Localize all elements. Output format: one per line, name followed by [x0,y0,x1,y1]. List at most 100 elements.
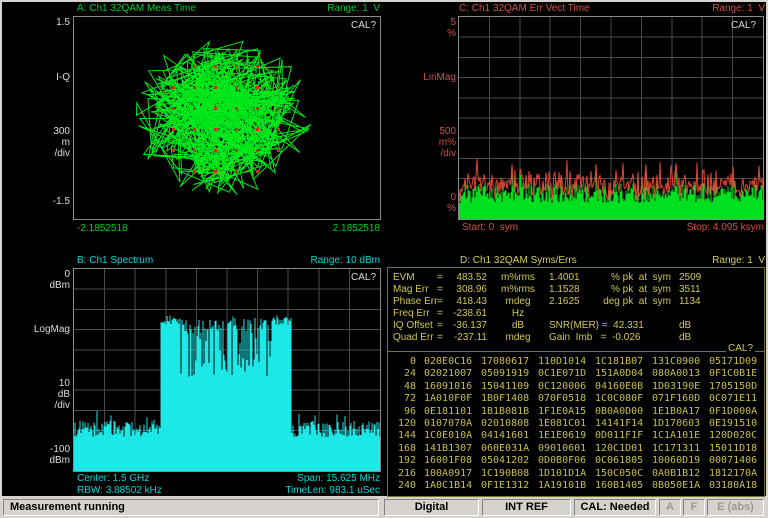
constellation-trace [137,41,311,194]
error-cell: Phase Err [393,296,437,308]
spectrum-plot [73,268,381,472]
trace-a-y-bottom-label: -1.5 [0,196,70,207]
symbol-hex-group: 0D011F1F [587,430,644,442]
error-cell: dB [671,320,731,332]
constellation-symbol-dot [193,128,196,131]
error-cell: 418.43 [449,296,487,308]
symbol-hex-group: 0B050E1A [644,480,701,492]
error-cell: deg pk at sym [597,296,671,308]
symbol-hex-group: 0F1C0B1E [701,368,758,380]
symbol-hex-group: 1F1E0A15 [530,406,587,418]
symbol-hex-group: 05171D09 [701,356,758,368]
trace-b-y-top-label: 0dBm [0,269,70,291]
symbol-hex-group: 1C190B08 [473,468,530,480]
constellation-symbol-dot [193,107,196,110]
error-cell: Freq Err [393,308,437,320]
error-cell: Hz [487,308,549,320]
symbol-index: 144 [388,430,416,442]
error-row: Mag Err=308.96m%rms1.1528% pk at sym3511 [388,284,764,296]
status-reference: INT REF [482,499,571,516]
symbol-hex-group: 071F160D [644,393,701,405]
constellation-symbol-dot [214,170,217,173]
constellation-symbol-dot [256,149,259,152]
status-cal: CAL: Needed [574,499,656,516]
constellation-symbol-dot [277,128,280,131]
symbol-row: 721A010F0F1B0F1408070F05181C0C080F071F16… [388,393,764,405]
error-cell: SNR(MER) = 42.331 [549,320,597,332]
trace-d-range: Range: 1 V [665,255,765,266]
symbol-index: 48 [388,381,416,393]
symbol-hex-group: 0C1E071D [530,368,587,380]
constellation-symbol-dot [193,65,196,68]
trace-d-cal-indicator: CAL? [726,343,755,354]
symbol-hex-group: 1C171311 [644,443,701,455]
symbol-hex-group: 1C0C080F [587,393,644,405]
error-cell: Quad Err [393,332,437,344]
symbol-hex-group: 05041202 [473,455,530,467]
symbol-hex-group: 02010808 [473,418,530,430]
symbol-hex-group: 0C120006 [530,381,587,393]
symbol-hex-group: 09010601 [530,443,587,455]
trace-a-cal-indicator: CAL? [280,20,376,31]
symbol-hex-group: 1C1A101E [644,430,701,442]
constellation-symbol-dot [214,65,217,68]
error-row: EVM=483.52m%rms1.4001% pk at sym2509 [388,272,764,284]
error-cell: 3511 [671,284,731,296]
error-cell [597,308,671,320]
error-row: Freq Err=-238.61Hz [388,308,764,320]
constellation-symbol-dot [235,86,238,89]
error-cell [597,320,671,332]
constellation-symbol-dot [172,107,175,110]
trace-a-format-label: I-Q [0,72,70,83]
error-cell: dB [487,320,549,332]
error-cell: = [437,296,449,308]
symbol-hex-group: 150C050C [587,468,644,480]
error-cell: 308.96 [449,284,487,296]
trace-c-title: C: Ch1 32QAM Err Vect Time [459,3,590,14]
symbol-hex-group: 1705150D [701,381,758,393]
constellation-symbol-dot [256,65,259,68]
symbol-row: 4816091016150411090C12000604160E0B1D0319… [388,381,764,393]
error-cell: = [437,284,449,296]
trace-b-format-label: LogMag [0,324,70,335]
error-cell: 483.52 [449,272,487,284]
error-cell: % pk at sym [597,272,671,284]
error-cell: Mag Err [393,284,437,296]
symbol-hex-group: 120D020C [701,430,758,442]
symbol-hex-group: 0E191510 [701,418,758,430]
symbol-hex-group: 120C1D01 [587,443,644,455]
symbol-hex-group: 04141601 [473,430,530,442]
vsa-window: A: Ch1 32QAM Meas Time Range: 1 V 1.5 I-… [0,0,768,518]
spectrum-svg [74,269,380,471]
symbol-hex-group: 02021007 [416,368,473,380]
trace-a-range: Range: 1 V [280,3,380,14]
constellation-symbol-dot [214,128,217,131]
error-cell: 1.1528 [549,284,597,296]
trace-c-stop-label: Stop: 4.095 ksym [620,222,764,233]
constellation-symbol-dot [277,149,280,152]
symbol-hex-group: 1C181B07 [587,356,644,368]
symbol-index: 168 [388,443,416,455]
symbol-index: 96 [388,406,416,418]
constellation-symbol-dot [256,107,259,110]
trace-c-y-bottom-label: 0% [386,192,456,214]
symbol-index: 216 [388,468,416,480]
symbol-index: 24 [388,368,416,380]
symbol-hex-group: 0D0B0F06 [530,455,587,467]
symbol-hex-group: 1D170603 [644,418,701,430]
error-cell: IQ Offset [393,320,437,332]
symbol-hex-group: 1B1B081B [473,406,530,418]
symbol-hex-group: 1E1E0619 [530,430,587,442]
symbol-row: 960E1811011B1B081B1F1E0A150B0A0D001E1B0A… [388,406,764,418]
symbol-hex-group: 141B1307 [416,443,473,455]
constellation-symbol-dot [172,128,175,131]
error-cell: 2509 [671,272,731,284]
trace-b-range: Range: 10 dBm [280,255,380,266]
error-cell [671,308,731,320]
constellation-symbol-dot [193,149,196,152]
symbol-hex-group: 17080617 [473,356,530,368]
trace-b-cal-indicator: CAL? [280,272,376,283]
status-flag-e: E (abs) [707,499,764,516]
error-cell: mdeg [487,332,549,344]
trace-a-x-left-label: -2.1852518 [77,223,128,234]
